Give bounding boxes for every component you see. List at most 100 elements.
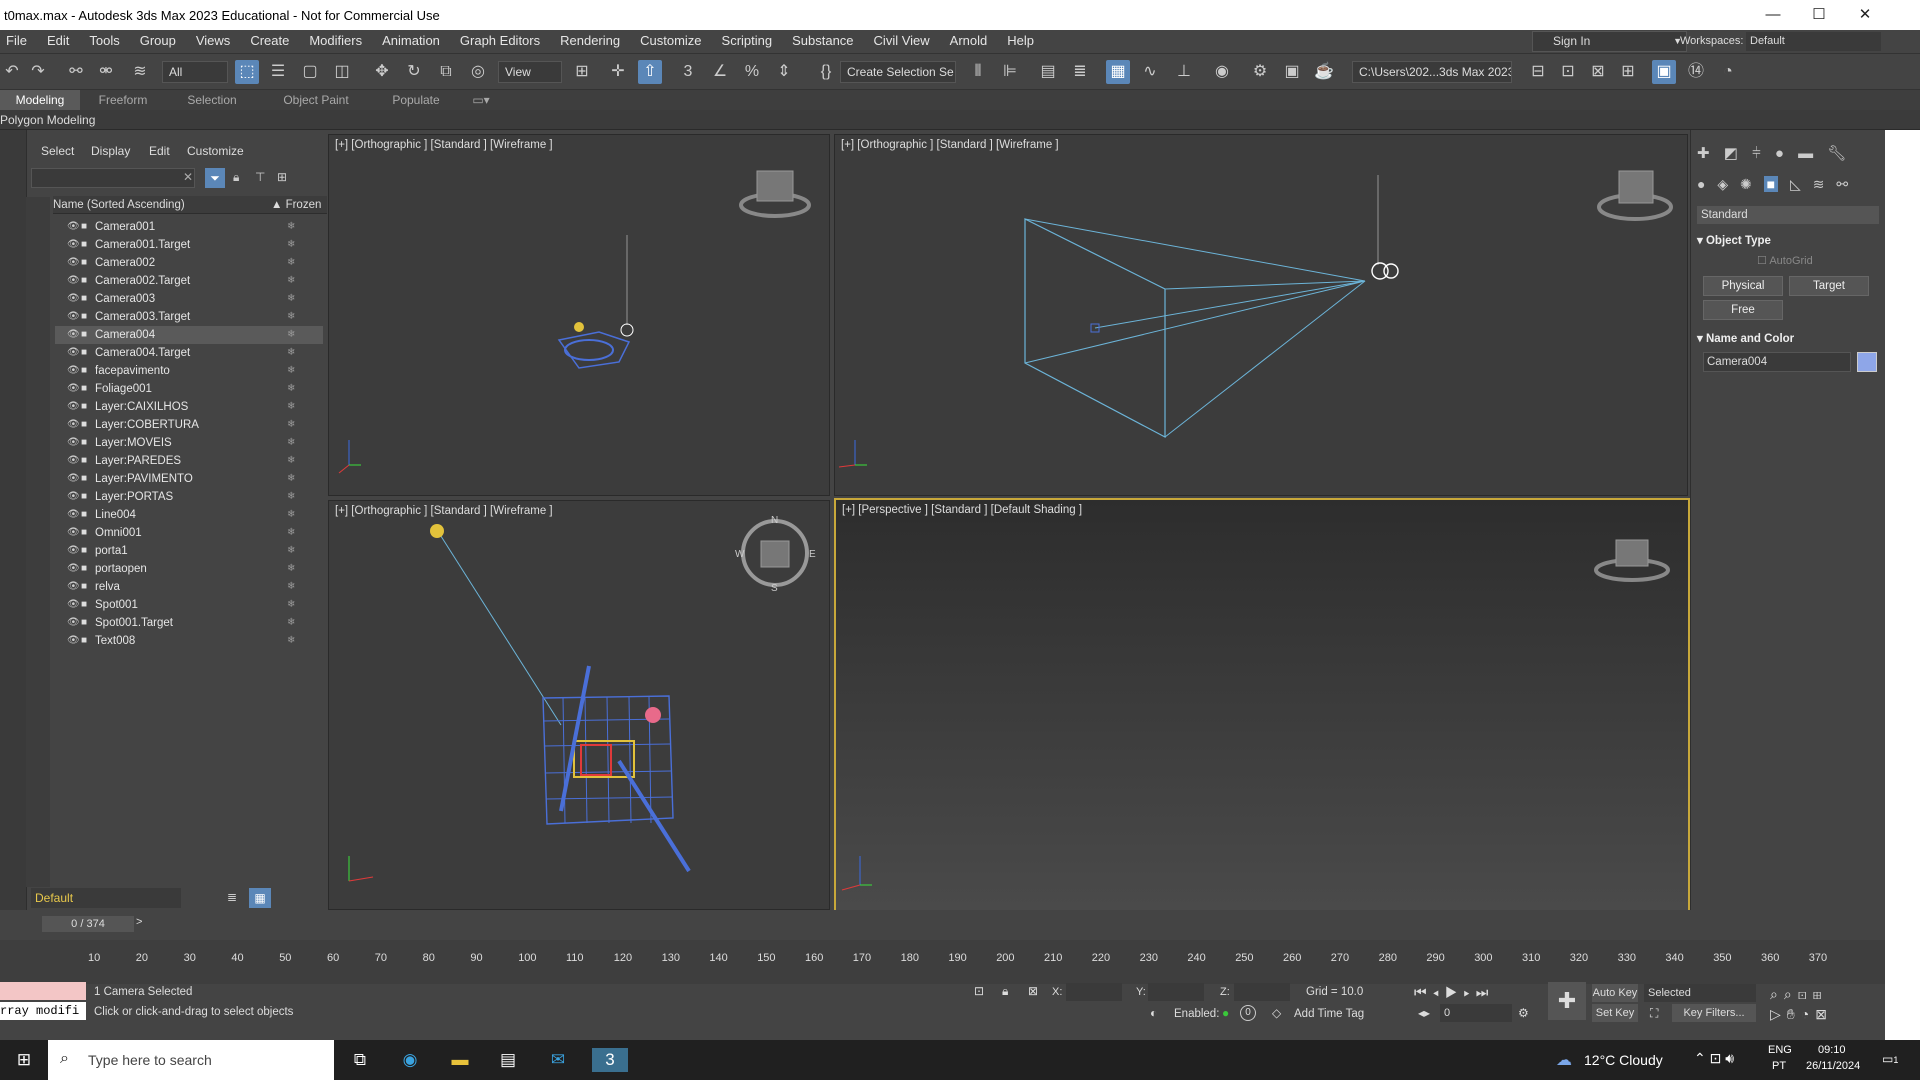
minimize-button[interactable]: — bbox=[1750, 0, 1796, 30]
maximize-button[interactable]: ☐ bbox=[1796, 0, 1842, 30]
physical-button[interactable]: Physical bbox=[1703, 276, 1783, 296]
named-selection-dropdown[interactable]: Create Selection Se bbox=[840, 61, 956, 83]
redo-icon[interactable]: ↷ bbox=[26, 60, 50, 84]
windows-start-icon[interactable]: ⊞ bbox=[12, 1048, 36, 1072]
utilities-tab-icon[interactable]: 🔧︎ bbox=[1827, 145, 1846, 162]
scene-item[interactable]: 👁︎ ■ Layer:PAREDES ❄ bbox=[55, 452, 323, 470]
viewcube-icon[interactable] bbox=[1618, 170, 1654, 204]
scene-item[interactable]: 👁︎ ■ Spot001.Target ❄ bbox=[55, 614, 323, 632]
layer-icon[interactable]: ⊞ bbox=[277, 170, 287, 184]
menu-group[interactable]: Group bbox=[130, 30, 186, 52]
visibility-eye-icon[interactable]: 👁︎ bbox=[67, 542, 80, 560]
frozen-icon[interactable]: ❄ bbox=[287, 236, 295, 254]
scene-item[interactable]: 👁︎ ■ Camera004 ❄ bbox=[55, 326, 323, 344]
visibility-eye-icon[interactable]: 👁︎ bbox=[67, 218, 80, 236]
frozen-icon[interactable]: ❄ bbox=[287, 416, 295, 434]
schematic-view-icon[interactable]: ⊥ bbox=[1172, 60, 1196, 84]
sign-in-dropdown[interactable]: Sign In ▼ bbox=[1532, 31, 1687, 52]
maxscript-input[interactable]: rray modifi bbox=[0, 1002, 86, 1020]
auto-backup-icon[interactable]: ⑭ bbox=[1684, 60, 1708, 84]
file-explorer-icon[interactable]: ▬ bbox=[448, 1048, 472, 1072]
isolate-icon[interactable]: ⊡ bbox=[974, 984, 984, 998]
motion-tab-icon[interactable]: ● bbox=[1775, 145, 1784, 162]
select-object-icon[interactable]: ⬚ bbox=[235, 60, 259, 84]
visibility-eye-icon[interactable]: 👁︎ bbox=[67, 452, 80, 470]
previous-frame-icon[interactable]: ◂ bbox=[1433, 984, 1445, 1000]
viewport-top-right[interactable]: [+] [Orthographic ] [Standard ] [Wirefra… bbox=[834, 134, 1688, 496]
menu-modifiers[interactable]: Modifiers bbox=[299, 30, 372, 52]
spinner-snap-icon[interactable]: ⇕ bbox=[772, 60, 796, 84]
menu-graph-editors[interactable]: Graph Editors bbox=[450, 30, 550, 52]
select-by-name-icon[interactable]: ☰ bbox=[266, 60, 290, 84]
tab-selection[interactable]: Selection bbox=[172, 90, 252, 110]
taskbar-search[interactable]: ⌕ Type here to search bbox=[48, 1040, 334, 1080]
camera-type-dropdown[interactable]: Standard bbox=[1697, 206, 1879, 224]
frozen-icon[interactable]: ❄ bbox=[287, 398, 295, 416]
tab-object-paint[interactable]: Object Paint bbox=[266, 90, 366, 110]
go-to-end-icon[interactable]: ⏭ bbox=[1476, 984, 1495, 1000]
scene-item[interactable]: 👁︎ ■ Layer:MOVEIS ❄ bbox=[55, 434, 323, 452]
maxscript-listener[interactable] bbox=[0, 982, 86, 1000]
field-of-view-icon[interactable]: ▷ bbox=[1770, 1006, 1787, 1022]
polygon-modeling-label[interactable]: Polygon Modeling bbox=[0, 113, 95, 127]
menu-file[interactable]: File bbox=[0, 30, 37, 52]
angle-snap-icon[interactable]: ∠ bbox=[708, 60, 732, 84]
scene-item[interactable]: 👁︎ ■ Layer:PAVIMENTO ❄ bbox=[55, 470, 323, 488]
visibility-eye-icon[interactable]: 👁︎ bbox=[67, 596, 80, 614]
project-folder-icon[interactable]: ⊠ bbox=[1586, 60, 1610, 84]
visibility-eye-icon[interactable]: 👁︎ bbox=[67, 434, 80, 452]
object-name-field[interactable]: Camera004 bbox=[1703, 352, 1851, 372]
scene-item[interactable]: 👁︎ ■ Spot001 ❄ bbox=[55, 596, 323, 614]
visibility-eye-icon[interactable]: 👁︎ bbox=[67, 344, 80, 362]
visibility-eye-icon[interactable]: 👁︎ bbox=[67, 560, 80, 578]
region-select-icon[interactable]: ▢ bbox=[298, 60, 322, 84]
scene-item[interactable]: 👁︎ ■ Omni001 ❄ bbox=[55, 524, 323, 542]
scene-item[interactable]: 👁︎ ■ Line004 ❄ bbox=[55, 506, 323, 524]
explorer-tab-select[interactable]: Select bbox=[41, 144, 74, 158]
object-type-rollout[interactable]: ▾ Object Type bbox=[1697, 232, 1877, 250]
visibility-eye-icon[interactable]: 👁︎ bbox=[67, 506, 80, 524]
frozen-icon[interactable]: ❄ bbox=[287, 272, 295, 290]
spacewarps-icon[interactable]: ≋ bbox=[1813, 176, 1825, 192]
material-editor-icon[interactable]: ◉ bbox=[1210, 60, 1234, 84]
mail-icon[interactable]: ✉ bbox=[546, 1048, 570, 1072]
close-button[interactable]: ✕ bbox=[1842, 0, 1888, 30]
selection-filter-dropdown[interactable]: All bbox=[162, 61, 228, 83]
frozen-icon[interactable]: ❄ bbox=[287, 578, 295, 596]
tag-icon[interactable]: ◇ bbox=[1272, 1006, 1281, 1020]
visibility-eye-icon[interactable]: 👁︎ bbox=[67, 362, 80, 380]
percent-snap-icon[interactable]: % bbox=[740, 60, 764, 84]
create-tab-icon[interactable]: ✚ bbox=[1697, 145, 1710, 162]
key-mode-icon[interactable]: ◂▸ bbox=[1418, 1006, 1430, 1020]
menu-help[interactable]: Help bbox=[997, 30, 1044, 52]
explorer-search-input[interactable] bbox=[31, 168, 195, 188]
tab-modeling[interactable]: Modeling bbox=[0, 90, 80, 110]
mirror-icon[interactable]: ⫴ bbox=[966, 60, 990, 84]
scene-item[interactable]: 👁︎ ■ Layer:CAIXILHOS ❄ bbox=[55, 398, 323, 416]
frozen-icon[interactable]: ❄ bbox=[287, 452, 295, 470]
window-crossing-icon[interactable]: ◫ bbox=[330, 60, 354, 84]
helpers-icon[interactable]: ◺ bbox=[1790, 176, 1801, 192]
scene-item[interactable]: 👁︎ ■ portaopen ❄ bbox=[55, 560, 323, 578]
edge-browser-icon[interactable]: ◉ bbox=[398, 1048, 422, 1072]
toggle-layer-explorer-icon[interactable]: ≣ bbox=[1068, 60, 1092, 84]
scene-explorer-toggle-icon[interactable]: ▦ bbox=[249, 888, 271, 908]
frozen-icon[interactable]: ❄ bbox=[287, 218, 295, 236]
explorer-tab-customize[interactable]: Customize bbox=[187, 144, 244, 158]
scene-item[interactable]: 👁︎ ■ Camera002.Target ❄ bbox=[55, 272, 323, 290]
selection-lock-icon[interactable]: 🔒︎ bbox=[1002, 984, 1008, 999]
visibility-eye-icon[interactable]: 👁︎ bbox=[67, 470, 80, 488]
rotate-icon[interactable]: ↻ bbox=[402, 60, 426, 84]
zoom-icon[interactable]: ⌕ bbox=[1770, 986, 1784, 1002]
explorer-tab-display[interactable]: Display bbox=[91, 144, 130, 158]
tray-icons[interactable]: ⌃ ⊡ 🔊︎ bbox=[1694, 1050, 1734, 1067]
project-path-dropdown[interactable]: C:\Users\202...3ds Max 2023 bbox=[1352, 61, 1512, 83]
frozen-icon[interactable]: ❄ bbox=[287, 254, 295, 272]
visibility-eye-icon[interactable]: 👁︎ bbox=[67, 326, 80, 344]
time-config-icon[interactable]: ⚙ bbox=[1518, 1006, 1529, 1020]
explorer-tab-edit[interactable]: Edit bbox=[149, 144, 170, 158]
menu-tools[interactable]: Tools bbox=[79, 30, 129, 52]
render-iterative-icon[interactable]: ⊞ bbox=[1616, 60, 1640, 84]
select-manipulate-icon[interactable]: ✛ bbox=[606, 60, 630, 84]
go-to-start-icon[interactable]: ⏮ bbox=[1414, 984, 1433, 1000]
